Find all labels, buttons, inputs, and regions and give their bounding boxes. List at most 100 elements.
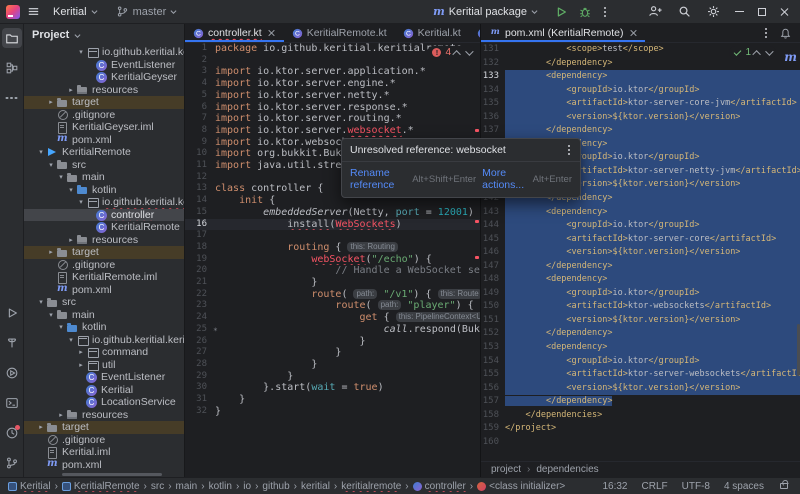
tree-chevron-icon[interactable]: ▸ <box>36 423 46 431</box>
tree-chevron-icon[interactable]: ▾ <box>56 173 66 181</box>
tab-Even[interactable]: Even <box>469 24 480 42</box>
code-line-29[interactable]: 29 } <box>185 371 480 383</box>
run-button[interactable] <box>554 5 568 19</box>
code-line-22[interactable]: 22 route( path: "/v1") { this: Route <box>185 289 480 301</box>
tree-item-.gitignore[interactable]: .gitignore <box>24 259 184 272</box>
tree-item-command[interactable]: ▸command <box>24 346 184 359</box>
tree-chevron-icon[interactable]: ▸ <box>46 98 56 106</box>
code-line-152[interactable]: 152 </dependency> <box>481 327 800 341</box>
code-line-135[interactable]: 135 <artifactId>ktor-server-core-jvm</ar… <box>481 97 800 111</box>
tab-KeritialRemote.kt[interactable]: KeritialRemote.kt <box>284 24 395 42</box>
tree-item-resources[interactable]: ▸resources <box>24 409 184 422</box>
code-line-25[interactable]: 25∗ call.respond(Bukkit.getOnlinePlayers <box>185 324 480 336</box>
code-line-6[interactable]: 6import io.ktor.server.response.* <box>185 102 480 114</box>
status-widget-CRLF[interactable]: CRLF <box>642 481 668 492</box>
tree-item-target[interactable]: ▸target <box>24 421 184 434</box>
prev-problem-icon[interactable] <box>752 50 760 58</box>
tree-item-KeritialGeyser.iml[interactable]: KeritialGeyser.iml <box>24 121 184 134</box>
tree-item-io.github.keritial.keritialre[interactable]: ▾io.github.keritial.keritialre <box>24 196 184 209</box>
tree-chevron-icon[interactable]: ▸ <box>76 348 86 356</box>
code-line-150[interactable]: 150 <artifactId>ktor-websockets</artifac… <box>481 300 800 314</box>
tab-controller.kt[interactable]: controller.kt <box>185 24 284 42</box>
tree-item-main[interactable]: ▾main <box>24 309 184 322</box>
tree-item-EventListener[interactable]: EventListener <box>24 59 184 72</box>
more-run-actions-icon[interactable] <box>604 11 606 13</box>
code-line-4[interactable]: 4import io.ktor.server.engine.* <box>185 78 480 90</box>
tab-pom.xml (KeritialRemote)[interactable]: pom.xml (KeritialRemote) <box>481 24 645 42</box>
code-line-20[interactable]: 20 // Handle a WebSocket session <box>185 265 480 277</box>
tree-chevron-icon[interactable]: ▸ <box>66 86 76 94</box>
code-editor-controller-kt[interactable]: 1package io.github.keritial.keritialremo… <box>185 43 480 418</box>
code-line-16[interactable]: 16 install(WebSockets) <box>185 219 480 231</box>
code-line-8[interactable]: 8import io.ktor.server.websocket.* <box>185 125 480 137</box>
code-line-144[interactable]: 144 <groupId>io.ktor</groupId> <box>481 219 800 233</box>
tree-chevron-icon[interactable]: ▸ <box>76 361 86 369</box>
code-line-17[interactable]: 17 <box>185 230 480 242</box>
error-stripe-mark[interactable] <box>475 129 479 132</box>
code-line-18[interactable]: 18 routing { this: Routing <box>185 242 480 254</box>
tree-item-Keritial[interactable]: Keritial <box>24 384 184 397</box>
tree-chevron-icon[interactable]: ▾ <box>46 161 56 169</box>
close-tab-icon[interactable] <box>268 29 276 37</box>
settings-button[interactable] <box>706 4 721 19</box>
code-line-137[interactable]: 137 </dependency> <box>481 124 800 138</box>
next-problem-icon[interactable] <box>465 47 473 55</box>
code-line-145[interactable]: 145 <artifactId>ktor-server-core</artifa… <box>481 233 800 247</box>
tree-item-.gitignore[interactable]: .gitignore <box>24 434 184 447</box>
breadcrumb-item-project[interactable]: project <box>491 464 521 475</box>
code-line-23[interactable]: 23 route( path: "player") { this: Route <box>185 300 480 312</box>
tree-item-pom.xml[interactable]: pom.xml <box>24 284 184 297</box>
more-tools-icon[interactable] <box>2 88 22 108</box>
tree-chevron-icon[interactable]: ▸ <box>46 248 56 256</box>
project-selector[interactable]: Keritial <box>47 4 104 20</box>
code-line-157[interactable]: 157 </dependency> <box>481 395 800 409</box>
services-tool-icon[interactable] <box>2 363 22 383</box>
tree-item-controller[interactable]: controller <box>24 209 184 222</box>
project-panel-header[interactable]: Project <box>24 24 184 46</box>
tab-Keritial.kt[interactable]: Keritial.kt <box>395 24 469 42</box>
status-crumb-github[interactable]: github <box>262 481 289 492</box>
code-line-160[interactable]: 160 <box>481 436 800 450</box>
tree-item-KeritialRemote[interactable]: ▾KeritialRemote <box>24 146 184 159</box>
inspections-widget[interactable]: 1 <box>729 46 776 59</box>
status-widget-16:32[interactable]: 16:32 <box>602 481 627 492</box>
tree-item-KeritialGeyser[interactable]: KeritialGeyser <box>24 71 184 84</box>
tree-item-LocationService[interactable]: LocationService <box>24 396 184 409</box>
run-configuration-selector[interactable]: m Keritial package <box>427 3 544 20</box>
code-line-149[interactable]: 149 <groupId>io.ktor</groupId> <box>481 287 800 301</box>
tree-item-io.github.keritial.keritial[interactable]: ▾io.github.keritial.keritial <box>24 334 184 347</box>
structure-tool-icon[interactable] <box>2 58 22 78</box>
tree-item-EventListener[interactable]: EventListener <box>24 371 184 384</box>
status-crumb-controller[interactable]: controller <box>413 481 466 492</box>
code-line-143[interactable]: 143 <dependency> <box>481 206 800 220</box>
code-line-153[interactable]: 153 <dependency> <box>481 341 800 355</box>
run-tool-icon[interactable] <box>2 303 22 323</box>
tree-item-target[interactable]: ▸target <box>24 96 184 109</box>
tree-item-pom.xml[interactable]: pom.xml <box>24 459 184 472</box>
code-with-me-button[interactable] <box>648 4 663 19</box>
tree-item-.gitignore[interactable]: .gitignore <box>24 109 184 122</box>
tree-item-KeritialRemote.iml[interactable]: KeritialRemote.iml <box>24 271 184 284</box>
tab-options-icon[interactable] <box>765 32 767 34</box>
project-tool-icon[interactable] <box>2 28 22 48</box>
code-line-156[interactable]: 156 <version>${ktor.version}</version> <box>481 382 800 396</box>
git-branch-selector[interactable]: master <box>110 3 184 20</box>
close-tab-icon[interactable] <box>629 29 637 37</box>
breadcrumb-item-dependencies[interactable]: dependencies <box>536 464 598 475</box>
tree-item-util[interactable]: ▸util <box>24 359 184 372</box>
error-stripe-mark[interactable] <box>475 256 479 259</box>
tree-item-KeritialRemote[interactable]: KeritialRemote <box>24 221 184 234</box>
notifications-bell-icon[interactable] <box>779 27 792 40</box>
status-widget-UTF-8[interactable]: UTF-8 <box>682 481 710 492</box>
status-crumb-keritialremote[interactable]: keritialremote <box>341 481 401 492</box>
code-line-155[interactable]: 155 <artifactId>ktor-server-websockets</… <box>481 368 800 382</box>
tree-chevron-icon[interactable]: ▾ <box>76 198 86 206</box>
popup-action-Rename reference[interactable]: Rename reference <box>350 167 406 191</box>
tree-item-kotlin[interactable]: ▾kotlin <box>24 184 184 197</box>
code-line-159[interactable]: 159</project> <box>481 422 800 436</box>
error-stripe-mark[interactable] <box>475 220 479 223</box>
code-line-19[interactable]: 19 webSocket("/echo") { <box>185 254 480 266</box>
status-crumb-io[interactable]: io <box>243 481 251 492</box>
status-crumb-KeritialRemote[interactable]: KeritialRemote <box>62 481 140 492</box>
inspections-widget[interactable]: 4 <box>427 46 476 59</box>
